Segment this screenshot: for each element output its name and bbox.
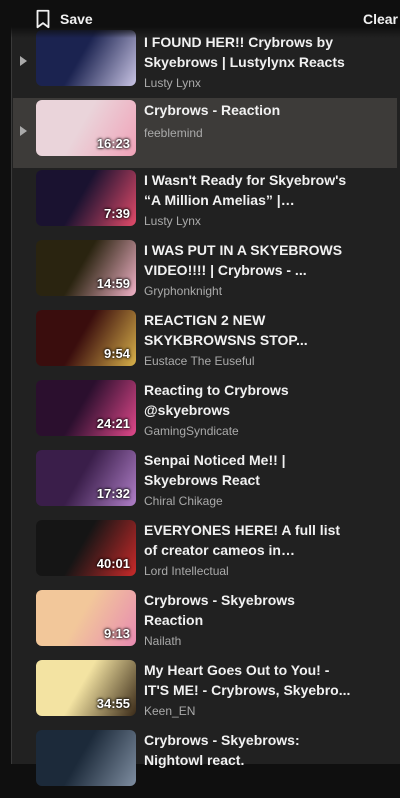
- channel-name[interactable]: Eustace The Euseful: [144, 354, 255, 368]
- play-indicator-icon: [20, 126, 27, 136]
- duration-badge: 7:39: [103, 206, 130, 221]
- list-item[interactable]: 14:59 I WAS PUT IN A SKYEBROWS VIDEO!!!!…: [0, 238, 400, 308]
- list-item[interactable]: 40:01 EVERYONES HERE! A full list of cre…: [0, 518, 400, 588]
- duration-badge: 24:21: [96, 416, 130, 431]
- video-title[interactable]: REACTIGN 2 NEW SKYKBROWSNS STOP...: [144, 310, 354, 350]
- list-item[interactable]: 9:54 REACTIGN 2 NEW SKYKBROWSNS STOP... …: [0, 308, 400, 378]
- list-item[interactable]: 9:13 Crybrows - Skyebrows Reaction Naila…: [0, 588, 400, 658]
- save-button[interactable]: Save: [32, 8, 93, 30]
- duration-badge: 14:59: [96, 276, 130, 291]
- channel-name[interactable]: GamingSyndicate: [144, 424, 239, 438]
- channel-name[interactable]: Lusty Lynx: [144, 76, 201, 90]
- duration-badge: 40:01: [96, 556, 130, 571]
- video-list: I FOUND HER!! Crybrows by Skyebrows | Lu…: [0, 28, 400, 798]
- video-title[interactable]: I Wasn't Ready for Skyebrow's “A Million…: [144, 170, 354, 210]
- video-thumbnail[interactable]: 9:54: [36, 310, 136, 366]
- video-title[interactable]: Reacting to Crybrows @skyebrows: [144, 380, 354, 420]
- list-item-current[interactable]: 16:23 Crybrows - Reaction feeblemind: [13, 98, 397, 168]
- duration-badge: 9:54: [103, 346, 130, 361]
- clear-button[interactable]: Clear: [363, 11, 398, 27]
- video-title[interactable]: Senpai Noticed Me!! | Skyebrows React: [144, 450, 354, 490]
- duration-badge: 17:32: [96, 486, 130, 501]
- video-thumbnail[interactable]: 9:13: [36, 590, 136, 646]
- video-thumbnail[interactable]: 24:21: [36, 380, 136, 436]
- channel-name[interactable]: Keen_EN: [144, 704, 195, 718]
- bookmark-icon: [36, 9, 50, 29]
- video-title[interactable]: EVERYONES HERE! A full list of creator c…: [144, 520, 354, 560]
- list-item[interactable]: Crybrows - Skyebrows: Nightowl react.: [0, 728, 400, 798]
- video-thumbnail[interactable]: 40:01: [36, 520, 136, 576]
- channel-name[interactable]: feeblemind: [144, 126, 203, 140]
- duration-badge: 9:13: [103, 626, 130, 641]
- video-title[interactable]: I WAS PUT IN A SKYEBROWS VIDEO!!!! | Cry…: [144, 240, 354, 280]
- video-title[interactable]: Crybrows - Skyebrows Reaction: [144, 590, 354, 630]
- video-thumbnail[interactable]: [36, 30, 136, 86]
- video-thumbnail[interactable]: 17:32: [36, 450, 136, 506]
- duration-badge: 34:55: [96, 696, 130, 711]
- duration-badge: 16:23: [96, 136, 130, 151]
- channel-name[interactable]: Chiral Chikage: [144, 494, 223, 508]
- video-thumbnail[interactable]: 7:39: [36, 170, 136, 226]
- list-item[interactable]: I FOUND HER!! Crybrows by Skyebrows | Lu…: [0, 28, 400, 98]
- playlist-header: Save Clear: [0, 0, 400, 38]
- video-thumbnail[interactable]: 34:55: [36, 660, 136, 716]
- save-label: Save: [60, 11, 93, 27]
- video-title[interactable]: I FOUND HER!! Crybrows by Skyebrows | Lu…: [144, 32, 354, 72]
- video-title[interactable]: My Heart Goes Out to You! - IT'S ME! - C…: [144, 660, 354, 700]
- list-item[interactable]: 17:32 Senpai Noticed Me!! | Skyebrows Re…: [0, 448, 400, 518]
- video-title[interactable]: Crybrows - Reaction: [144, 100, 354, 120]
- channel-name[interactable]: Lusty Lynx: [144, 214, 201, 228]
- channel-name[interactable]: Nailath: [144, 634, 181, 648]
- video-thumbnail[interactable]: 16:23: [36, 100, 136, 156]
- list-item[interactable]: 34:55 My Heart Goes Out to You! - IT'S M…: [0, 658, 400, 728]
- video-thumbnail[interactable]: [36, 730, 136, 786]
- list-item[interactable]: 7:39 I Wasn't Ready for Skyebrow's “A Mi…: [0, 168, 400, 238]
- video-title[interactable]: Crybrows - Skyebrows: Nightowl react.: [144, 730, 354, 770]
- list-item[interactable]: 24:21 Reacting to Crybrows @skyebrows Ga…: [0, 378, 400, 448]
- channel-name[interactable]: Gryphonknight: [144, 284, 222, 298]
- play-indicator-icon: [20, 56, 27, 66]
- channel-name[interactable]: Lord Intellectual: [144, 564, 229, 578]
- video-thumbnail[interactable]: 14:59: [36, 240, 136, 296]
